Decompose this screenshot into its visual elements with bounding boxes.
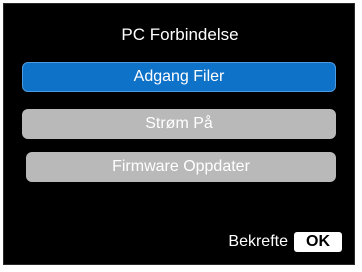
footer-hint: Bekrefte OK [228, 232, 342, 252]
screen-title: PC Forbindelse [121, 25, 239, 44]
menu-item-label: Adgang Filer [133, 68, 225, 85]
menu-item-label: Firmware Oppdater [112, 158, 250, 175]
menu-item-firmware-update[interactable]: Firmware Oppdater [26, 152, 336, 182]
ok-button[interactable]: OK [294, 232, 342, 252]
menu-item-power-on[interactable]: Strøm På [22, 109, 336, 139]
menu-item-label: Strøm På [145, 115, 213, 132]
confirm-label: Bekrefte [228, 233, 288, 250]
pc-connection-screen: PC Forbindelse Adgang Filer Strøm På Fir… [3, 3, 355, 265]
menu-item-access-files[interactable]: Adgang Filer [22, 62, 336, 92]
